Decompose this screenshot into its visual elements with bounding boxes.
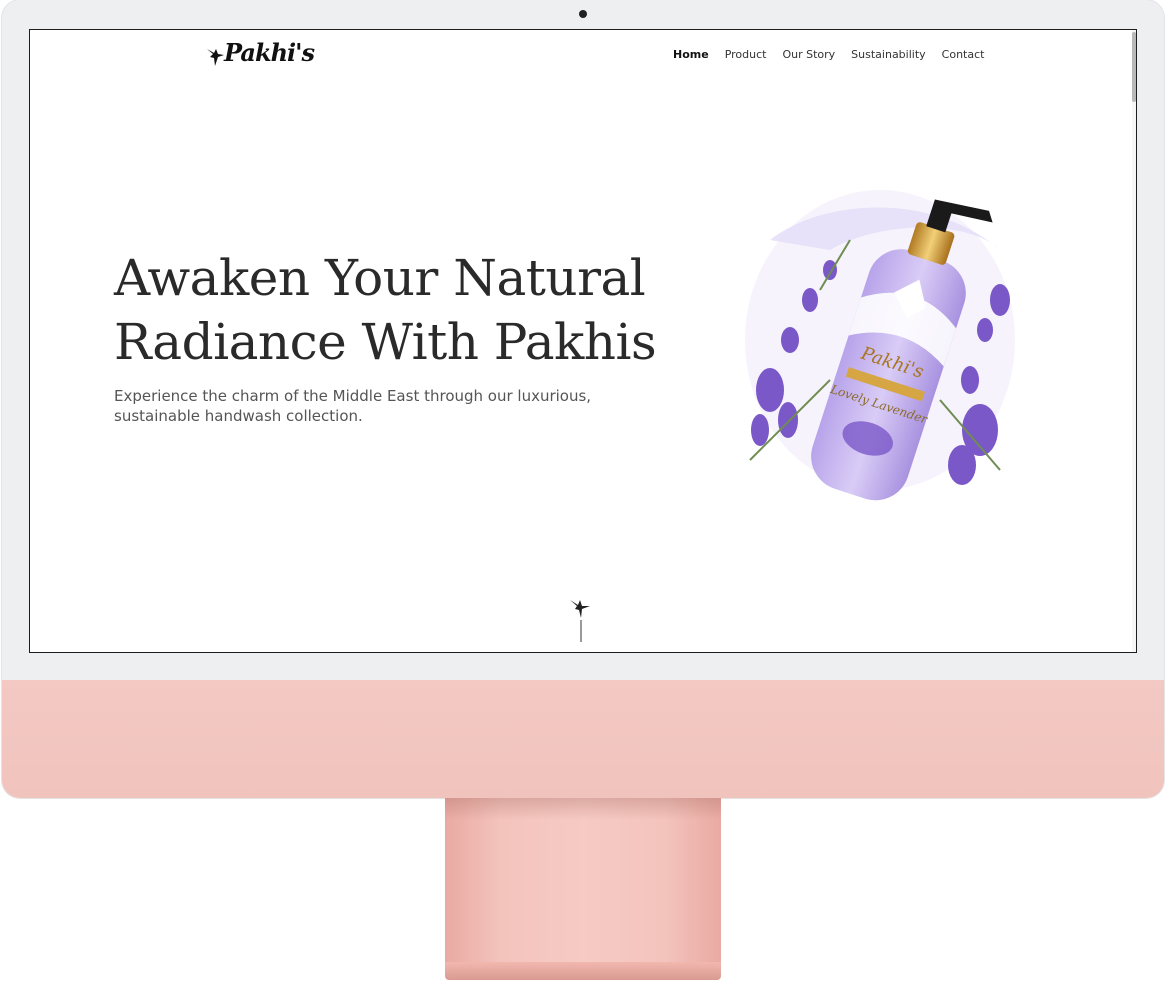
- hero-title: Awaken Your Natural Radiance With Pakhis: [114, 246, 714, 374]
- monitor-chin: [2, 680, 1164, 798]
- scroll-down-indicator-icon[interactable]: [567, 596, 595, 644]
- nav-item-product[interactable]: Product: [725, 48, 767, 61]
- nav-item-contact[interactable]: Contact: [942, 48, 985, 61]
- handwash-bottle-icon: Pakhi's Lovely Lavender: [745, 190, 1015, 501]
- brand-logo[interactable]: Pakhi's: [206, 38, 315, 67]
- stand-shadow: [445, 798, 721, 820]
- camera-icon: [579, 10, 587, 18]
- nav-item-sustainability[interactable]: Sustainability: [851, 48, 925, 61]
- nav-item-our-story[interactable]: Our Story: [782, 48, 835, 61]
- nav-item-home[interactable]: Home: [673, 48, 709, 61]
- page-scrollbar[interactable]: [1132, 30, 1136, 652]
- stand-foot: [445, 962, 721, 980]
- scrollbar-thumb[interactable]: [1132, 32, 1136, 102]
- monitor-stand: [445, 798, 721, 966]
- website-screen: Pakhi's Home Product Our Story Sustainab…: [29, 29, 1137, 653]
- hero-title-line1: Awaken Your Natural: [114, 249, 646, 307]
- hero-title-line2: Radiance With Pakhis: [114, 313, 657, 371]
- hero-subtitle: Experience the charm of the Middle East …: [114, 387, 592, 425]
- logo-text: Pakhi's: [224, 38, 315, 67]
- main-nav: Home Product Our Story Sustainability Co…: [673, 48, 1000, 61]
